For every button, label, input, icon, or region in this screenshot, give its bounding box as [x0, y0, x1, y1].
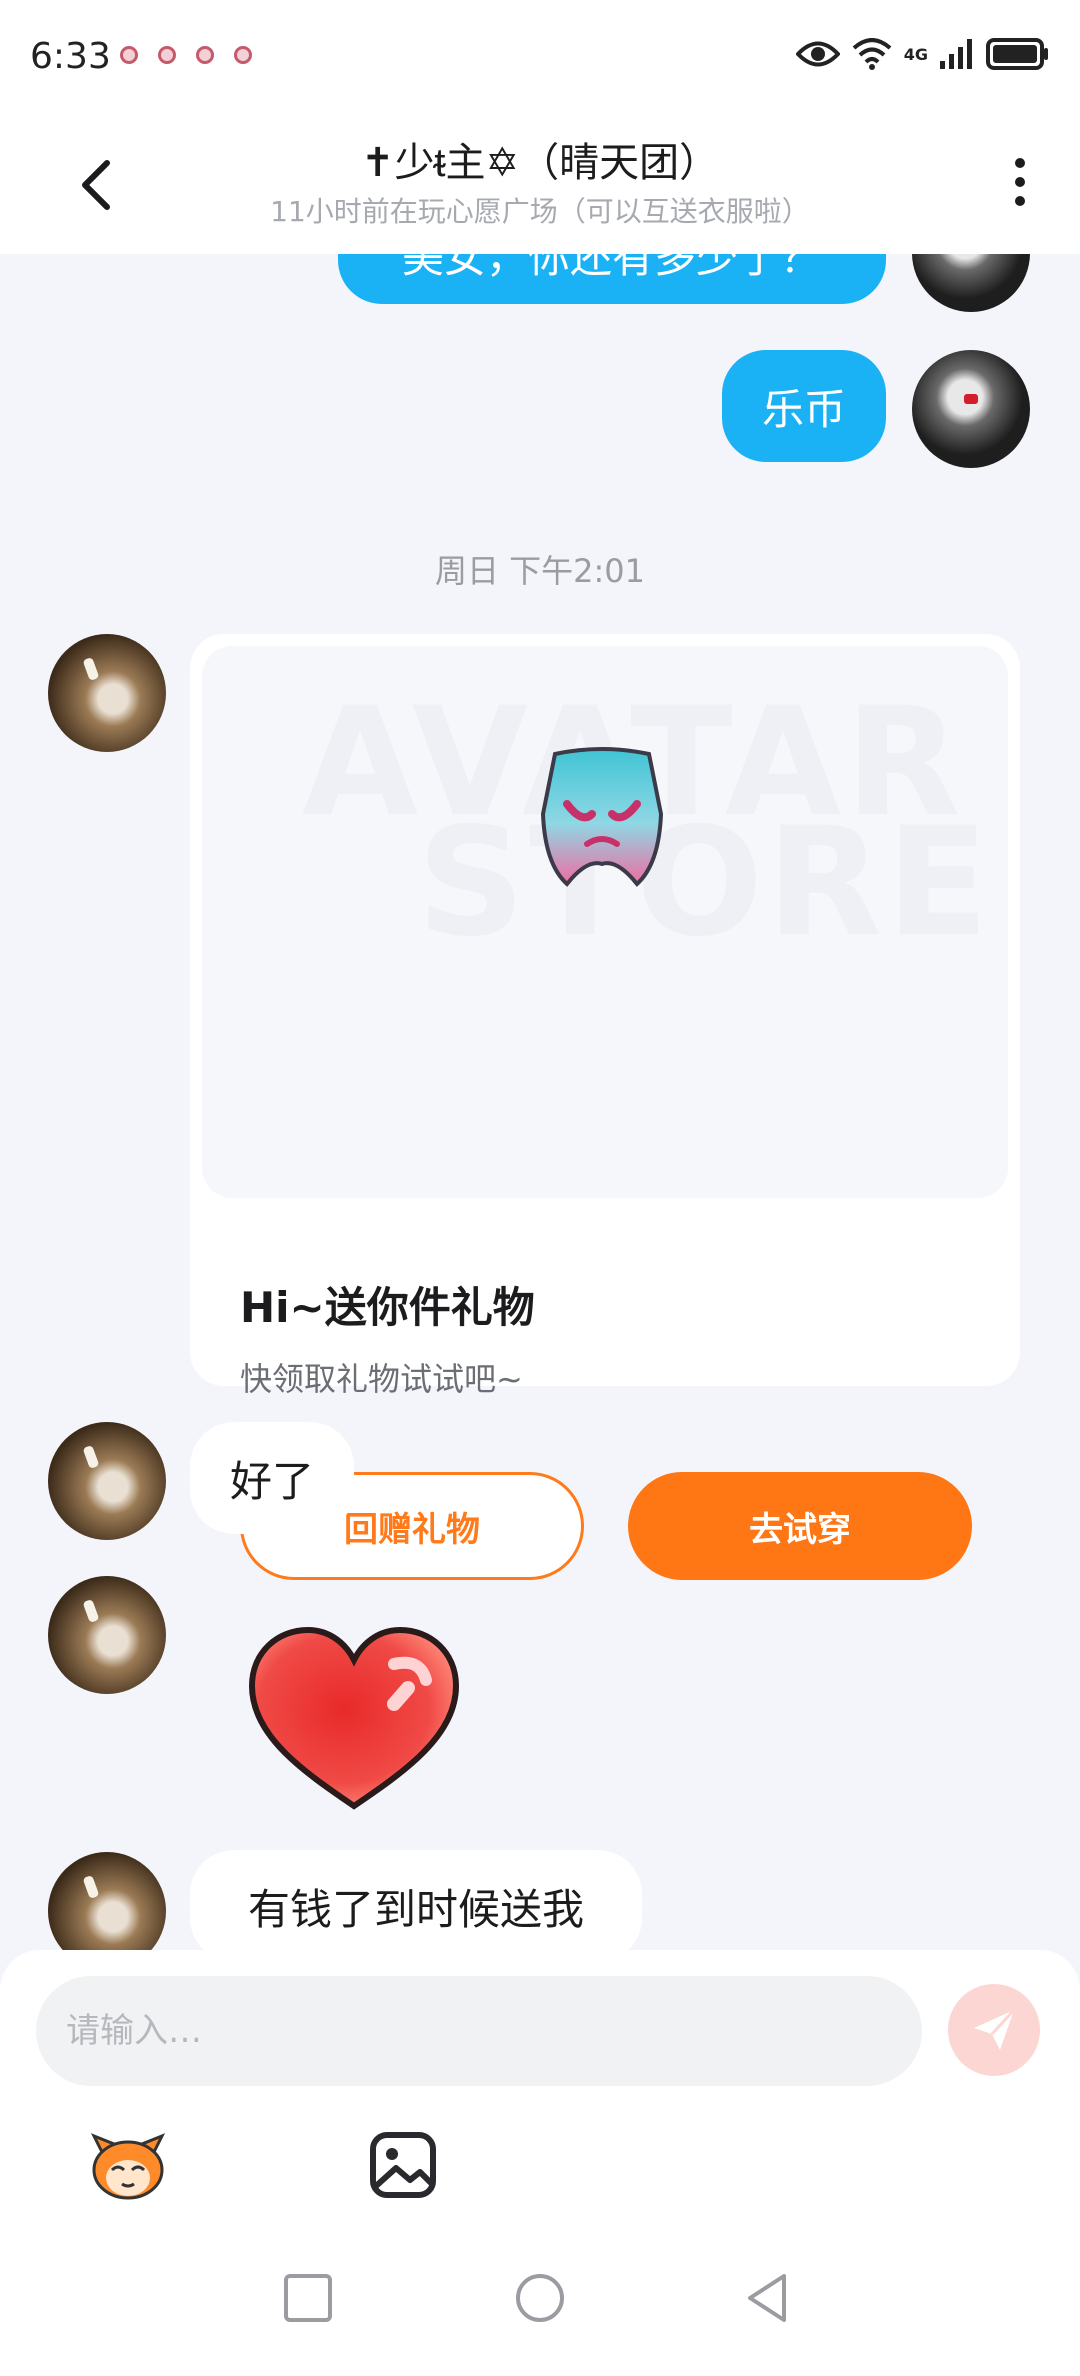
- status-time: 6:33: [30, 36, 111, 77]
- contact-status: 11小时前在玩心愿广场（可以互送衣服啦）: [270, 195, 810, 228]
- more-dot-icon: [1015, 196, 1025, 206]
- gift-image[interactable]: AVATAR STORE: [202, 646, 1008, 1198]
- more-options-button[interactable]: [1000, 152, 1040, 212]
- battery-icon: [986, 38, 1048, 70]
- message-timestamp: 周日 下午2:01: [434, 552, 646, 590]
- received-message-bubble[interactable]: 有钱了到时候送我: [190, 1850, 642, 1954]
- image-picker-icon[interactable]: [368, 2130, 438, 2200]
- message-input[interactable]: [36, 1976, 922, 2086]
- status-bar: 6:33 4G: [0, 0, 1080, 112]
- sent-message-bubble[interactable]: 美女，你还有多少了？: [338, 254, 886, 304]
- gift-skirt-icon: [540, 747, 664, 887]
- notification-icon: [196, 46, 214, 64]
- recent-apps-icon[interactable]: [280, 2270, 336, 2326]
- try-on-button[interactable]: 去试穿: [628, 1472, 972, 1580]
- mascot-emoji-icon[interactable]: [88, 2130, 168, 2202]
- chat-messages[interactable]: 美女，你还有多少了？ 乐币 周日 下午2:01 AVATAR STORE: [0, 254, 1080, 1954]
- message-composer: [0, 1950, 1080, 2220]
- gift-card-title: Hi~送你件礼物: [240, 1283, 535, 1332]
- eye-icon: [795, 41, 840, 67]
- gift-card-subtitle: 快领取礼物试试吧~: [240, 1360, 523, 1398]
- home-icon[interactable]: [512, 2270, 568, 2326]
- more-dot-icon: [1015, 158, 1025, 168]
- sent-message-bubble[interactable]: 乐币: [722, 350, 886, 462]
- more-dot-icon: [1015, 177, 1025, 187]
- system-navigation-bar: [0, 2220, 1080, 2376]
- contact-name: ✝少ᵵ主✡（晴天团）: [360, 140, 720, 186]
- contact-avatar[interactable]: [48, 1422, 166, 1540]
- contact-avatar[interactable]: [48, 1852, 166, 1954]
- contact-avatar[interactable]: [48, 634, 166, 752]
- network-type-label: 4G: [903, 44, 928, 64]
- chat-header: ✝少ᵵ主✡（晴天团） 11小时前在玩心愿广场（可以互送衣服啦）: [0, 112, 1080, 254]
- message-text: 好了: [229, 1456, 314, 1506]
- notification-icon: [158, 46, 176, 64]
- my-avatar[interactable]: [912, 350, 1030, 468]
- heart-sticker-icon[interactable]: [244, 1624, 464, 1814]
- message-text: 乐币: [761, 384, 846, 434]
- wifi-icon: [852, 38, 892, 70]
- notification-icons: [120, 46, 252, 64]
- contact-avatar[interactable]: [48, 1576, 166, 1694]
- back-nav-icon[interactable]: [740, 2270, 796, 2326]
- status-right: 4G: [795, 38, 1050, 70]
- send-button[interactable]: [948, 1984, 1040, 2076]
- signal-icon: [940, 39, 972, 69]
- notification-icon: [120, 46, 138, 64]
- send-icon: [974, 2008, 1016, 2050]
- my-avatar[interactable]: [912, 254, 1030, 312]
- watermark-text: STORE: [417, 796, 993, 970]
- gift-card[interactable]: AVATAR STORE Hi~送你件礼物 快领取礼物试试吧~ 回赠礼物 去试穿: [190, 634, 1020, 1580]
- received-message-bubble[interactable]: 好了: [190, 1422, 354, 1534]
- notification-icon: [234, 46, 252, 64]
- message-text: 美女，你还有多少了？: [401, 254, 822, 282]
- message-text: 有钱了到时候送我: [247, 1884, 584, 1934]
